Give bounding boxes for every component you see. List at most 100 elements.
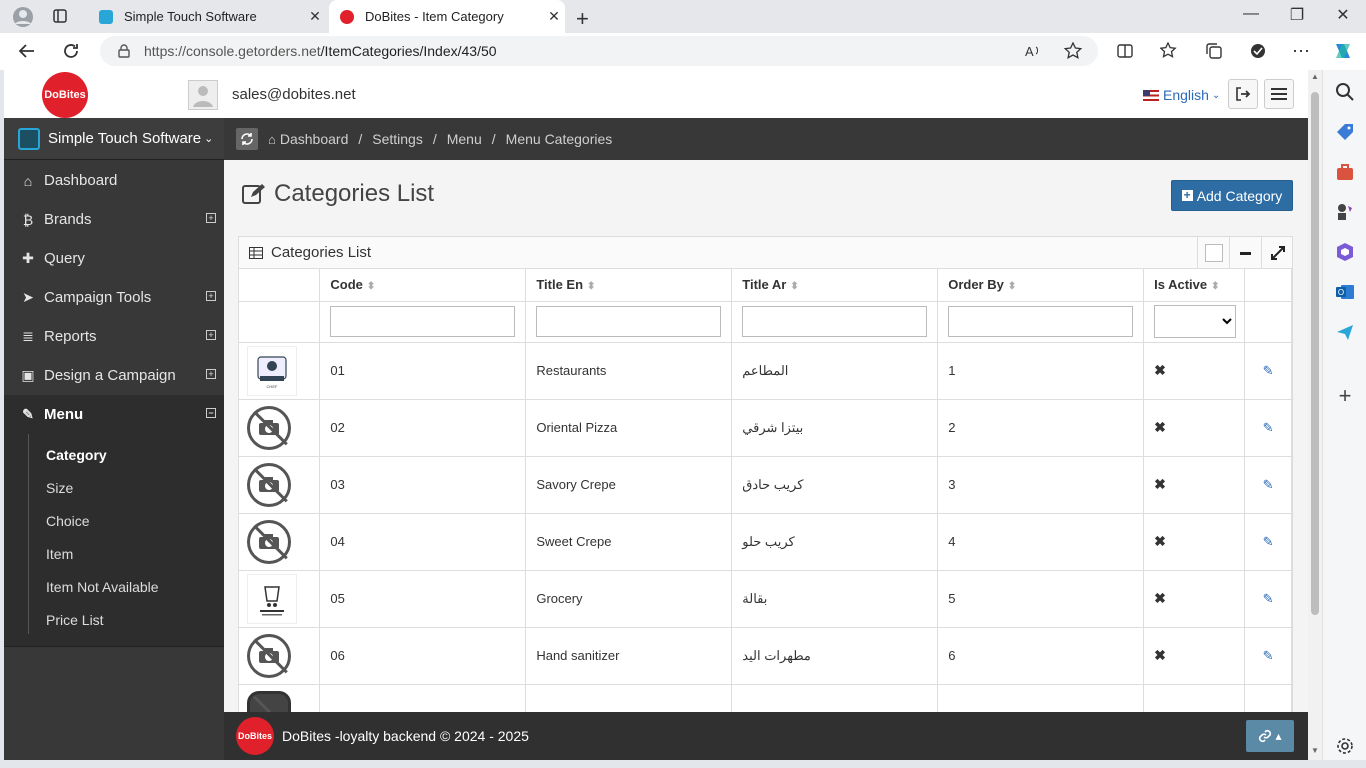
tab-close-icon[interactable]: ✕ — [304, 8, 326, 25]
sidebar-item-campaign-tools[interactable]: ➤ Campaign Tools + — [4, 278, 224, 317]
filter-title-ar-input[interactable] — [742, 306, 928, 337]
sidebar-item-design-campaign[interactable]: ▣ Design a Campaign + — [4, 356, 224, 395]
edit-pencil-icon[interactable]: ✎ — [1244, 342, 1292, 400]
edit-pencil-icon[interactable]: ✎ — [1244, 399, 1292, 457]
sidebar-item-menu[interactable]: ✎ Menu − — [4, 395, 224, 434]
shopping-tag-icon[interactable] — [1335, 122, 1355, 142]
outlook-icon[interactable]: O — [1335, 282, 1355, 302]
hamburger-button[interactable] — [1264, 79, 1294, 109]
scroll-down-icon[interactable]: ▼ — [1308, 746, 1322, 755]
language-selector[interactable]: English ⌄ — [1143, 87, 1220, 103]
puzzle-icon: ✚ — [22, 250, 34, 266]
sidebar-nav: ⌂ Dashboard ₿ Brands + ✚ Query ➤ Campaig… — [4, 161, 224, 647]
scroll-up-icon[interactable]: ▲ — [1308, 72, 1322, 81]
settings-toggle-button[interactable]: ▴ — [1246, 720, 1294, 752]
window-close-icon[interactable]: ✕ — [1328, 5, 1358, 25]
avatar[interactable] — [188, 80, 218, 110]
page-scrollbar[interactable]: ▲ ▼ — [1308, 70, 1322, 760]
expand-icon[interactable]: + — [206, 213, 216, 223]
collapse-icon[interactable]: − — [206, 408, 216, 418]
games-icon[interactable] — [1335, 202, 1355, 222]
submenu-item-choice[interactable]: Choice — [4, 504, 224, 537]
sidebar-item-reports[interactable]: ≣ Reports + — [4, 317, 224, 356]
settings-gear-icon[interactable] — [1335, 736, 1355, 756]
profile-icon[interactable] — [12, 6, 34, 28]
dobites-logo[interactable]: DoBites — [42, 72, 88, 118]
filter-code-input[interactable] — [330, 306, 516, 337]
order-cell: 6 — [937, 627, 1145, 685]
extension-icon[interactable] — [1249, 42, 1267, 60]
user-email[interactable]: sales@dobites.net — [232, 86, 356, 103]
chevron-down-icon: ⌄ — [204, 133, 214, 145]
column-header-is-active[interactable]: Is Active ⬍ — [1143, 269, 1246, 302]
tab-title: DoBites - Item Category — [365, 9, 504, 24]
back-icon[interactable] — [18, 42, 36, 60]
filter-title-en-input[interactable] — [536, 306, 722, 337]
tab-dobites[interactable]: DoBites - Item Category ✕ — [329, 0, 565, 33]
footer-logo: DoBites — [236, 717, 274, 755]
minimize-icon[interactable]: — — [1236, 5, 1266, 23]
fullscreen-button[interactable] — [1261, 237, 1293, 269]
submenu-item-not-available[interactable]: Item Not Available — [4, 570, 224, 603]
table-row[interactable]: 05 Grocery بقالة 5 ✖ ✎ — [239, 570, 1292, 628]
submenu-item-price-list[interactable]: Price List — [4, 603, 224, 636]
column-header-code[interactable]: Code ⬍ — [319, 269, 527, 302]
product-image — [247, 690, 291, 712]
org-selector[interactable]: Simple Touch Software ⌄ — [4, 118, 224, 160]
table-row[interactable]: 06 Hand sanitizer مطهرات اليد 6 ✖ ✎ — [239, 627, 1292, 685]
collections-icon[interactable] — [1205, 42, 1223, 60]
copilot-icon[interactable] — [1332, 40, 1354, 62]
add-category-button[interactable]: + Add Category — [1171, 180, 1293, 211]
logout-button[interactable] — [1228, 79, 1258, 109]
filter-is-active-select[interactable] — [1154, 305, 1237, 338]
table-row-partial[interactable] — [239, 684, 1292, 712]
scrollbar-thumb[interactable] — [1311, 92, 1319, 615]
lock-icon[interactable] — [118, 44, 130, 58]
table-row[interactable]: CHEF 01 Restaurants المطاعم 1 ✖ ✎ — [239, 342, 1292, 400]
search-icon[interactable] — [1335, 82, 1355, 102]
edit-pencil-icon[interactable]: ✎ — [1244, 570, 1292, 628]
sidebar-item-dashboard[interactable]: ⌂ Dashboard — [4, 161, 224, 200]
new-tab-icon[interactable]: + — [576, 6, 589, 32]
edit-pencil-icon[interactable]: ✎ — [1244, 456, 1292, 514]
table-row[interactable]: 03 Savory Crepe كريب حادق 3 ✖ ✎ — [239, 456, 1292, 514]
tab-simple-touch[interactable]: Simple Touch Software ✕ — [88, 0, 326, 33]
submenu-item-size[interactable]: Size — [4, 471, 224, 504]
edit-pencil-icon[interactable]: ✎ — [1244, 627, 1292, 685]
breadcrumb-dashboard[interactable]: Dashboard — [280, 131, 349, 147]
inactive-x-icon: ✖ — [1143, 399, 1246, 457]
table-row[interactable]: 04 Sweet Crepe كريب حلو 4 ✖ ✎ — [239, 513, 1292, 571]
sidebar-item-brands[interactable]: ₿ Brands + — [4, 200, 224, 239]
favorites-icon[interactable] — [1160, 42, 1178, 60]
table-row[interactable]: 02 Oriental Pizza بيتزا شرقي 2 ✖ ✎ — [239, 399, 1292, 457]
refresh-icon[interactable] — [62, 42, 80, 60]
expand-icon[interactable]: + — [206, 369, 216, 379]
office-icon[interactable] — [1335, 242, 1355, 262]
favorite-star-icon[interactable] — [1064, 42, 1082, 60]
tab-close-icon[interactable]: ✕ — [543, 8, 565, 25]
submenu-item-item[interactable]: Item — [4, 537, 224, 570]
column-header-order-by[interactable]: Order By ⬍ — [937, 269, 1145, 302]
breadcrumb-menu[interactable]: Menu — [447, 131, 482, 147]
breadcrumb-settings[interactable]: Settings — [372, 131, 423, 147]
color-picker-button[interactable] — [1197, 237, 1229, 269]
url-field[interactable]: https://console.getorders.net/ItemCatego… — [100, 36, 1098, 66]
add-sidebar-icon[interactable]: + — [1335, 385, 1355, 407]
edit-pencil-icon[interactable]: ✎ — [1244, 513, 1292, 571]
expand-icon[interactable]: + — [206, 291, 216, 301]
submenu-item-category[interactable]: Category — [4, 438, 224, 471]
refresh-icon[interactable] — [236, 128, 258, 150]
more-menu-icon[interactable]: ⋯ — [1292, 41, 1310, 62]
read-aloud-icon[interactable]: A — [1024, 43, 1042, 59]
collapse-widget-button[interactable] — [1229, 237, 1261, 269]
filter-order-input[interactable] — [948, 306, 1134, 337]
column-header-title-ar[interactable]: Title Ar ⬍ — [731, 269, 939, 302]
expand-icon[interactable]: + — [206, 330, 216, 340]
split-screen-icon[interactable] — [1116, 42, 1134, 60]
column-header-title-en[interactable]: Title En ⬍ — [525, 269, 733, 302]
tools-icon[interactable] — [1335, 162, 1355, 182]
tab-actions-icon[interactable] — [53, 9, 67, 23]
restore-icon[interactable]: ❐ — [1282, 5, 1312, 25]
send-icon[interactable] — [1335, 322, 1355, 342]
sidebar-item-query[interactable]: ✚ Query — [4, 239, 224, 278]
